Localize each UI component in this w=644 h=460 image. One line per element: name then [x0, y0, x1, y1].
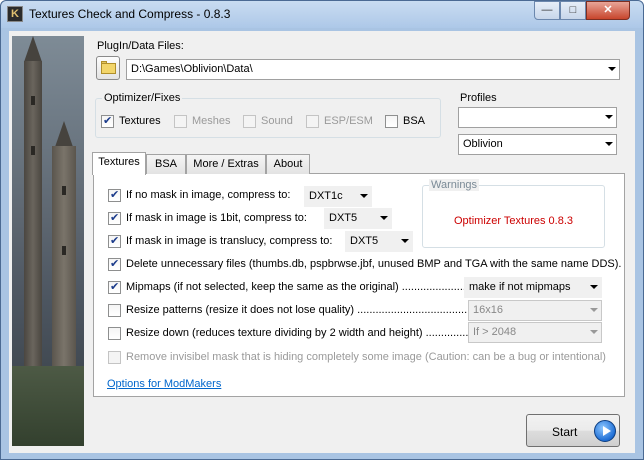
mipmaps-checkbox[interactable] [108, 280, 121, 294]
bsa-checkbox[interactable] [385, 115, 398, 128]
castle-spire [55, 121, 73, 147]
meshes-checkbox[interactable] [174, 115, 187, 128]
tab-about[interactable]: About [266, 154, 310, 174]
no-mask-format-value: DXT1c [309, 190, 343, 202]
castle-window [31, 96, 35, 105]
plugin-label: PlugIn/Data Files: [97, 40, 184, 52]
remove-mask-checkbox[interactable] [108, 351, 121, 364]
grass-area [12, 366, 84, 446]
textures-label: Textures [119, 115, 161, 127]
chevron-down-icon[interactable] [590, 308, 598, 312]
chevron-down-icon[interactable] [608, 67, 616, 71]
modmakers-options-link[interactable]: Options for ModMakers [107, 378, 221, 390]
castle-window [62, 246, 66, 255]
resize-down-value: If > 2048 [473, 326, 517, 338]
mask-1bit-checkbox[interactable] [108, 211, 121, 225]
sound-label: Sound [261, 115, 293, 127]
chevron-down-icon[interactable] [360, 194, 368, 198]
folder-icon [101, 63, 116, 74]
warnings-message: Optimizer Textures 0.8.3 [454, 215, 574, 227]
close-button[interactable]: ✕ [586, 1, 630, 20]
browse-folder-button[interactable] [96, 56, 120, 80]
delete-unnecessary-label: Delete unnecessary files (thumbs.db, psp… [126, 258, 622, 270]
title-bar[interactable]: K Textures Check and Compress - 0.8.3 — … [1, 1, 643, 28]
castle-spire [24, 36, 42, 62]
client-area: PlugIn/Data Files: D:\Games\Oblivion\Dat… [9, 31, 635, 453]
app-icon: K [7, 6, 23, 22]
warnings-group: Warnings Optimizer Textures 0.8.3 [422, 179, 605, 248]
resize-down-combo[interactable]: If > 2048 [468, 322, 602, 343]
start-button-label: Start [552, 425, 578, 439]
sound-checkbox[interactable] [243, 115, 256, 128]
tab-bsa[interactable]: BSA [146, 154, 186, 174]
resize-patterns-checkbox[interactable] [108, 304, 121, 317]
no-mask-format-combo[interactable]: DXT1c [304, 186, 372, 207]
mask-translucy-format-value: DXT5 [350, 235, 379, 247]
mask-1bit-format-combo[interactable]: DXT5 [324, 208, 392, 229]
profiles-top-combo[interactable] [458, 107, 617, 128]
esp-esm-checkbox[interactable] [306, 115, 319, 128]
delete-unnecessary-checkbox[interactable] [108, 257, 121, 271]
mask-translucy-checkbox[interactable] [108, 234, 121, 248]
mipmaps-value: make if not mipmaps [469, 281, 571, 293]
profiles-combo[interactable]: Oblivion [458, 134, 617, 155]
chevron-down-icon[interactable] [590, 330, 598, 334]
mipmaps-label: Mipmaps (if not selected, keep the same … [126, 281, 476, 293]
optimizer-group-title: Optimizer/Fixes [102, 92, 183, 104]
resize-patterns-value: 16x16 [473, 304, 503, 316]
profiles-label: Profiles [460, 92, 497, 104]
chevron-down-icon[interactable] [380, 216, 388, 220]
mask-1bit-format-value: DXT5 [329, 212, 358, 224]
remove-mask-label: Remove invisibel mask that is hiding com… [126, 351, 606, 363]
resize-patterns-label: Resize patterns (resize it does not lose… [126, 304, 489, 316]
plugin-path-value: D:\Games\Oblivion\Data\ [131, 63, 253, 75]
resize-patterns-combo[interactable]: 16x16 [468, 300, 602, 321]
no-mask-checkbox[interactable] [108, 188, 121, 202]
chevron-down-icon[interactable] [401, 239, 409, 243]
window-title: Textures Check and Compress - 0.8.3 [29, 7, 231, 21]
resize-down-checkbox[interactable] [108, 327, 121, 340]
castle-window [62, 186, 66, 195]
mask-1bit-label: If mask in image is 1bit, compress to: [126, 212, 307, 224]
profiles-selected-value: Oblivion [463, 138, 503, 150]
chevron-down-icon[interactable] [590, 285, 598, 289]
meshes-label: Meshes [192, 115, 231, 127]
tab-textures[interactable]: Textures [92, 152, 146, 175]
castle-window [31, 146, 35, 155]
tab-more-extras[interactable]: More / Extras [186, 154, 266, 174]
esp-esm-label: ESP/ESM [324, 115, 373, 127]
maximize-button[interactable]: □ [560, 1, 586, 20]
no-mask-label: If no mask in image, compress to: [126, 189, 291, 201]
plugin-path-combo[interactable]: D:\Games\Oblivion\Data\ [126, 59, 620, 80]
start-button[interactable]: Start [526, 414, 620, 447]
main-window: K Textures Check and Compress - 0.8.3 — … [0, 0, 644, 460]
chevron-down-icon[interactable] [605, 142, 613, 146]
mask-translucy-label: If mask in image is translucy, compress … [126, 235, 333, 247]
castle-side-image [12, 36, 84, 446]
bsa-label: BSA [403, 115, 426, 127]
minimize-button[interactable]: — [534, 1, 560, 20]
textures-checkbox[interactable] [101, 114, 114, 128]
chevron-down-icon[interactable] [605, 115, 613, 119]
warnings-title: Warnings [429, 179, 480, 191]
mask-translucy-format-combo[interactable]: DXT5 [345, 231, 413, 252]
resize-down-label: Resize down (reduces texture dividing by… [126, 327, 481, 339]
mipmaps-combo[interactable]: make if not mipmaps [464, 277, 602, 298]
play-icon [594, 420, 616, 442]
